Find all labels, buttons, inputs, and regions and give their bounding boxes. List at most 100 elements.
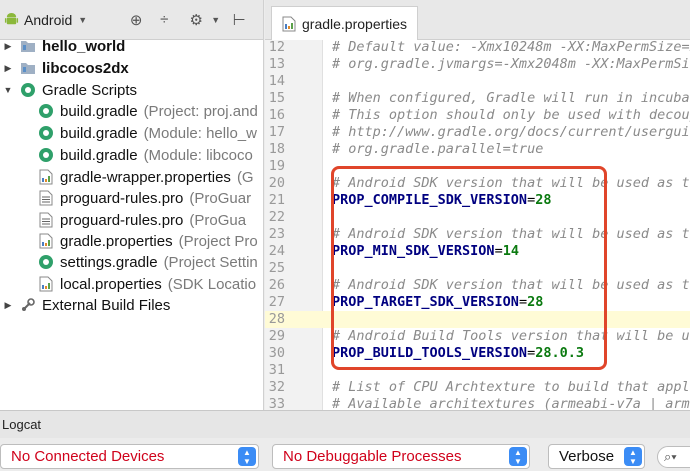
process-select[interactable]: No Debuggable Processes ▲ ▼ xyxy=(272,444,530,469)
tree-item[interactable]: build.gradle (Module: libcoco xyxy=(38,144,253,166)
tree-item[interactable]: local.properties (SDK Locatio xyxy=(38,273,256,295)
tree-item[interactable]: proguard-rules.pro (ProGuar xyxy=(38,187,251,209)
gradle-icon xyxy=(21,83,35,97)
code-token: 28 xyxy=(535,192,552,208)
tree-item-hint: (Project: proj.and xyxy=(143,102,258,120)
tree-item[interactable]: proguard-rules.pro (ProGua xyxy=(38,209,246,231)
collapsed-arrow-icon[interactable]: ▶ xyxy=(2,300,14,311)
project-view-label: Android xyxy=(24,11,73,28)
tree-item[interactable]: ▶ libcocos2dx xyxy=(2,57,129,79)
hide-panel-icon[interactable]: ⊢ xyxy=(230,11,248,29)
tree-item-hint: (SDK Locatio xyxy=(167,275,257,293)
collapse-all-icon[interactable]: ÷ xyxy=(155,11,173,29)
gradle-icon xyxy=(39,126,53,140)
android-icon xyxy=(4,12,19,25)
line-number: 29 xyxy=(268,328,285,344)
device-select[interactable]: No Connected Devices ▲ ▼ xyxy=(0,444,259,469)
line-code: # org.gradle.jvmargs=-Xmx2048m -XX:MaxPe… xyxy=(332,56,690,73)
gear-menu-caret-icon[interactable]: ▼ xyxy=(211,15,220,25)
properties-file-icon xyxy=(39,169,53,185)
line-code: # When configured, Gradle will run in in… xyxy=(332,90,690,107)
logcat-search-input[interactable]: ⌕▾ xyxy=(657,446,690,468)
code-line: 14 xyxy=(265,73,690,90)
tree-item-hint: (Project Pro xyxy=(178,232,258,250)
code-line: 29 # Android Build Tools version that wil… xyxy=(265,328,690,345)
code-line: 13 # org.gradle.jvmargs=-Xmx2048m -XX:Max… xyxy=(265,56,690,73)
project-view-selector[interactable]: Android ▼ xyxy=(4,7,87,33)
text-file-icon xyxy=(39,212,53,228)
tree-item[interactable]: ▶ External Build Files xyxy=(2,294,171,316)
tree-item-hint: (ProGua xyxy=(189,211,247,229)
tree-item[interactable]: ▼ Gradle Scripts xyxy=(2,79,138,101)
code-token: # Android SDK version that will be used … xyxy=(332,277,690,293)
code-line: 30 PROP_BUILD_TOOLS_VERSION=28.0.3 xyxy=(265,345,690,362)
code-token: PROP_BUILD_TOOLS_VERSION xyxy=(332,345,528,361)
tree-item-label: hello_world xyxy=(42,37,126,55)
tree-item-label: Gradle Scripts xyxy=(42,81,138,99)
tree-item[interactable]: gradle.properties (Project Pro xyxy=(38,230,258,252)
code-line: 20 # Android SDK version that will be use… xyxy=(265,175,690,192)
tab-label: gradle.properties xyxy=(302,15,408,32)
tree-item-hint: (Module: hello_w xyxy=(143,124,257,142)
code-token: # org.gradle.parallel=true xyxy=(332,141,544,157)
line-code: # org.gradle.parallel=true xyxy=(332,141,543,158)
tree-item-label: local.properties xyxy=(60,275,162,293)
tab-gradle-properties[interactable]: gradle.properties xyxy=(271,6,419,40)
code-token: # org.gradle.jvmargs=-Xmx2048m -XX:MaxPe… xyxy=(332,56,690,72)
line-code: PROP_MIN_SDK_VERSION=14 xyxy=(332,243,519,260)
code-token: PROP_MIN_SDK_VERSION xyxy=(332,243,495,259)
tree-item[interactable]: ▶ hello_world xyxy=(2,35,126,57)
line-number: 18 xyxy=(268,141,285,157)
properties-file-icon xyxy=(39,276,53,292)
code-token: # This option should only be used with d… xyxy=(332,107,690,123)
code-token: = xyxy=(527,345,536,361)
code-token: PROP_COMPILE_SDK_VERSION xyxy=(332,192,528,208)
code-token: 28 xyxy=(527,294,544,310)
line-number: 23 xyxy=(268,226,285,242)
line-code: # Android SDK version that will be used … xyxy=(332,175,690,192)
logcat-title: Logcat xyxy=(2,417,42,432)
collapsed-arrow-icon[interactable]: ▶ xyxy=(2,63,14,74)
target-icon[interactable]: ⊕ xyxy=(127,11,145,29)
line-number: 15 xyxy=(268,90,285,106)
collapsed-arrow-icon[interactable]: ▶ xyxy=(2,41,14,52)
code-token: # Android SDK version that will be used … xyxy=(332,226,690,242)
module-folder-icon xyxy=(21,63,35,74)
properties-file-icon xyxy=(39,233,53,249)
line-number: 19 xyxy=(268,158,285,174)
line-code: # Available architextures (armeabi-v7a |… xyxy=(332,396,690,410)
code-line: 22 xyxy=(265,209,690,226)
editor-tab-bar: gradle.properties xyxy=(265,0,690,40)
gear-icon[interactable]: ⚙ xyxy=(187,11,205,29)
chevron-down-icon: ▼ xyxy=(78,14,88,25)
tree-item[interactable]: gradle-wrapper.properties (G xyxy=(38,166,254,188)
tree-item-label: libcocos2dx xyxy=(42,59,129,77)
tree-item-label: gradle-wrapper.properties xyxy=(60,168,231,186)
tree-item[interactable]: build.gradle (Module: hello_w xyxy=(38,122,257,144)
tree-item[interactable]: build.gradle (Project: proj.and xyxy=(38,100,258,122)
line-number: 28 xyxy=(268,311,285,327)
code-token: # Android SDK version that will be used … xyxy=(332,175,690,191)
tree-item[interactable]: settings.gradle (Project Settin xyxy=(38,251,258,273)
line-code: # Android SDK version that will be used … xyxy=(332,277,690,294)
tree-item-label: build.gradle xyxy=(60,102,138,120)
line-number: 21 xyxy=(268,192,285,208)
tree-item-label: gradle.properties xyxy=(60,232,173,250)
code-line: 15 # When configured, Gradle will run in … xyxy=(265,90,690,107)
tree-item-label: build.gradle xyxy=(60,124,138,142)
code-token: = xyxy=(527,192,536,208)
line-number: 31 xyxy=(268,362,285,378)
process-select-stepper-icon: ▲ ▼ xyxy=(509,447,527,466)
line-number: 14 xyxy=(268,73,285,89)
code-token: 14 xyxy=(502,243,519,259)
line-code: PROP_COMPILE_SDK_VERSION=28 xyxy=(332,192,551,209)
expanded-arrow-icon[interactable]: ▼ xyxy=(2,85,14,95)
tree-item-hint: (G xyxy=(236,168,254,186)
gradle-icon xyxy=(39,104,53,118)
line-number: 20 xyxy=(268,175,285,191)
log-level-select[interactable]: Verbose ▲ ▼ xyxy=(548,444,645,469)
code-token: # List of CPU Archtexture to build that … xyxy=(332,379,690,395)
tree-item-hint: (Module: libcoco xyxy=(143,146,253,164)
code-token: = xyxy=(518,294,528,310)
project-toolbar: Android ▼ ⊕ ÷ ⚙ ▼ ⊢ xyxy=(0,0,263,40)
